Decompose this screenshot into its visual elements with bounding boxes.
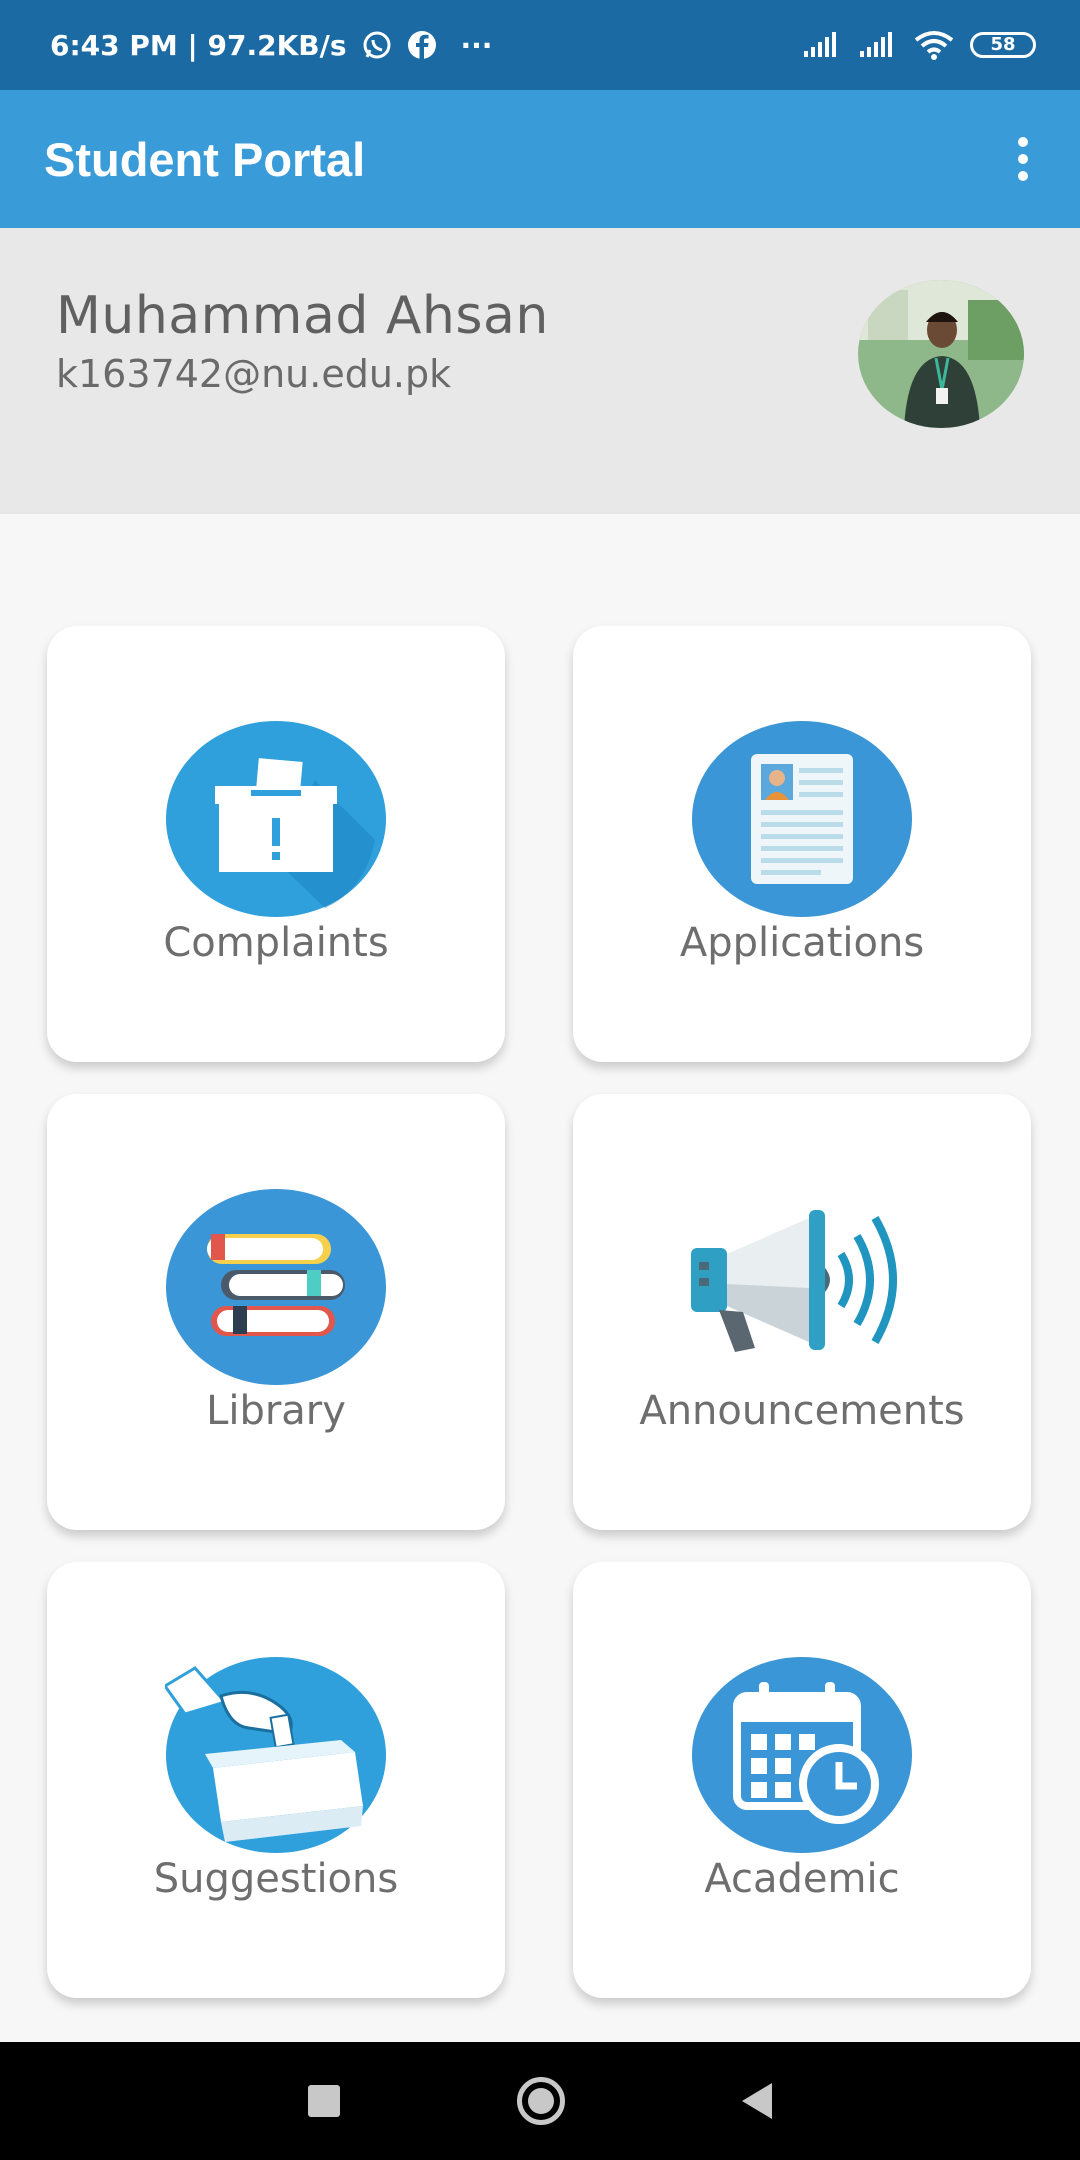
tile-academic[interactable]: Academic <box>573 1562 1031 1998</box>
megaphone-icon <box>691 1188 913 1386</box>
app-bar: Student Portal <box>0 90 1080 228</box>
app-title: Student Portal <box>44 132 366 186</box>
tile-label: Complaints <box>163 920 389 966</box>
tile-label: Academic <box>704 1856 900 1902</box>
more-vert-icon[interactable] <box>1006 127 1040 191</box>
tile-library[interactable]: Library <box>47 1094 505 1530</box>
status-bar: 6:43 PM | 97.2KB/s ··· 58 <box>0 0 1080 90</box>
status-time-speed: 6:43 PM | 97.2KB/s <box>50 28 347 62</box>
tile-suggestions[interactable]: Suggestions <box>47 1562 505 1998</box>
status-right: 58 <box>802 30 1036 60</box>
home-icon <box>527 2088 554 2114</box>
status-left: 6:43 PM | 97.2KB/s ··· <box>50 29 492 62</box>
calendar-clock-icon <box>691 1656 913 1854</box>
battery-icon: 58 <box>970 32 1036 58</box>
whatsapp-icon <box>363 31 391 59</box>
home-button[interactable] <box>516 2077 565 2125</box>
tile-label: Applications <box>679 920 925 966</box>
profile-email: k163742@nu.edu.pk <box>56 352 452 396</box>
signal-icon <box>860 32 892 57</box>
profile-header: Muhammad Ahsan k163742@nu.edu.pk <box>0 228 1080 514</box>
tile-complaints[interactable]: Complaints <box>47 626 505 1062</box>
profile-name: Muhammad Ahsan <box>56 286 549 346</box>
avatar[interactable] <box>858 280 1024 428</box>
books-icon <box>165 1188 387 1386</box>
tile-label: Announcements <box>639 1388 965 1434</box>
navigation-bar <box>0 2042 1080 2160</box>
complaint-box-icon <box>165 720 387 918</box>
tile-applications[interactable]: Applications <box>573 626 1031 1062</box>
status-more: ··· <box>460 28 493 62</box>
signal-icon <box>804 32 836 57</box>
back-button[interactable] <box>741 2083 772 2119</box>
wifi-icon <box>914 31 954 60</box>
tile-announcements[interactable]: Announcements <box>573 1094 1031 1530</box>
facebook-icon <box>407 31 436 59</box>
recents-button[interactable] <box>308 2085 341 2117</box>
suggestion-box-icon <box>162 1656 387 1854</box>
tile-label: Library <box>206 1388 346 1434</box>
tile-label: Suggestions <box>153 1856 399 1902</box>
application-document-icon <box>691 720 913 918</box>
